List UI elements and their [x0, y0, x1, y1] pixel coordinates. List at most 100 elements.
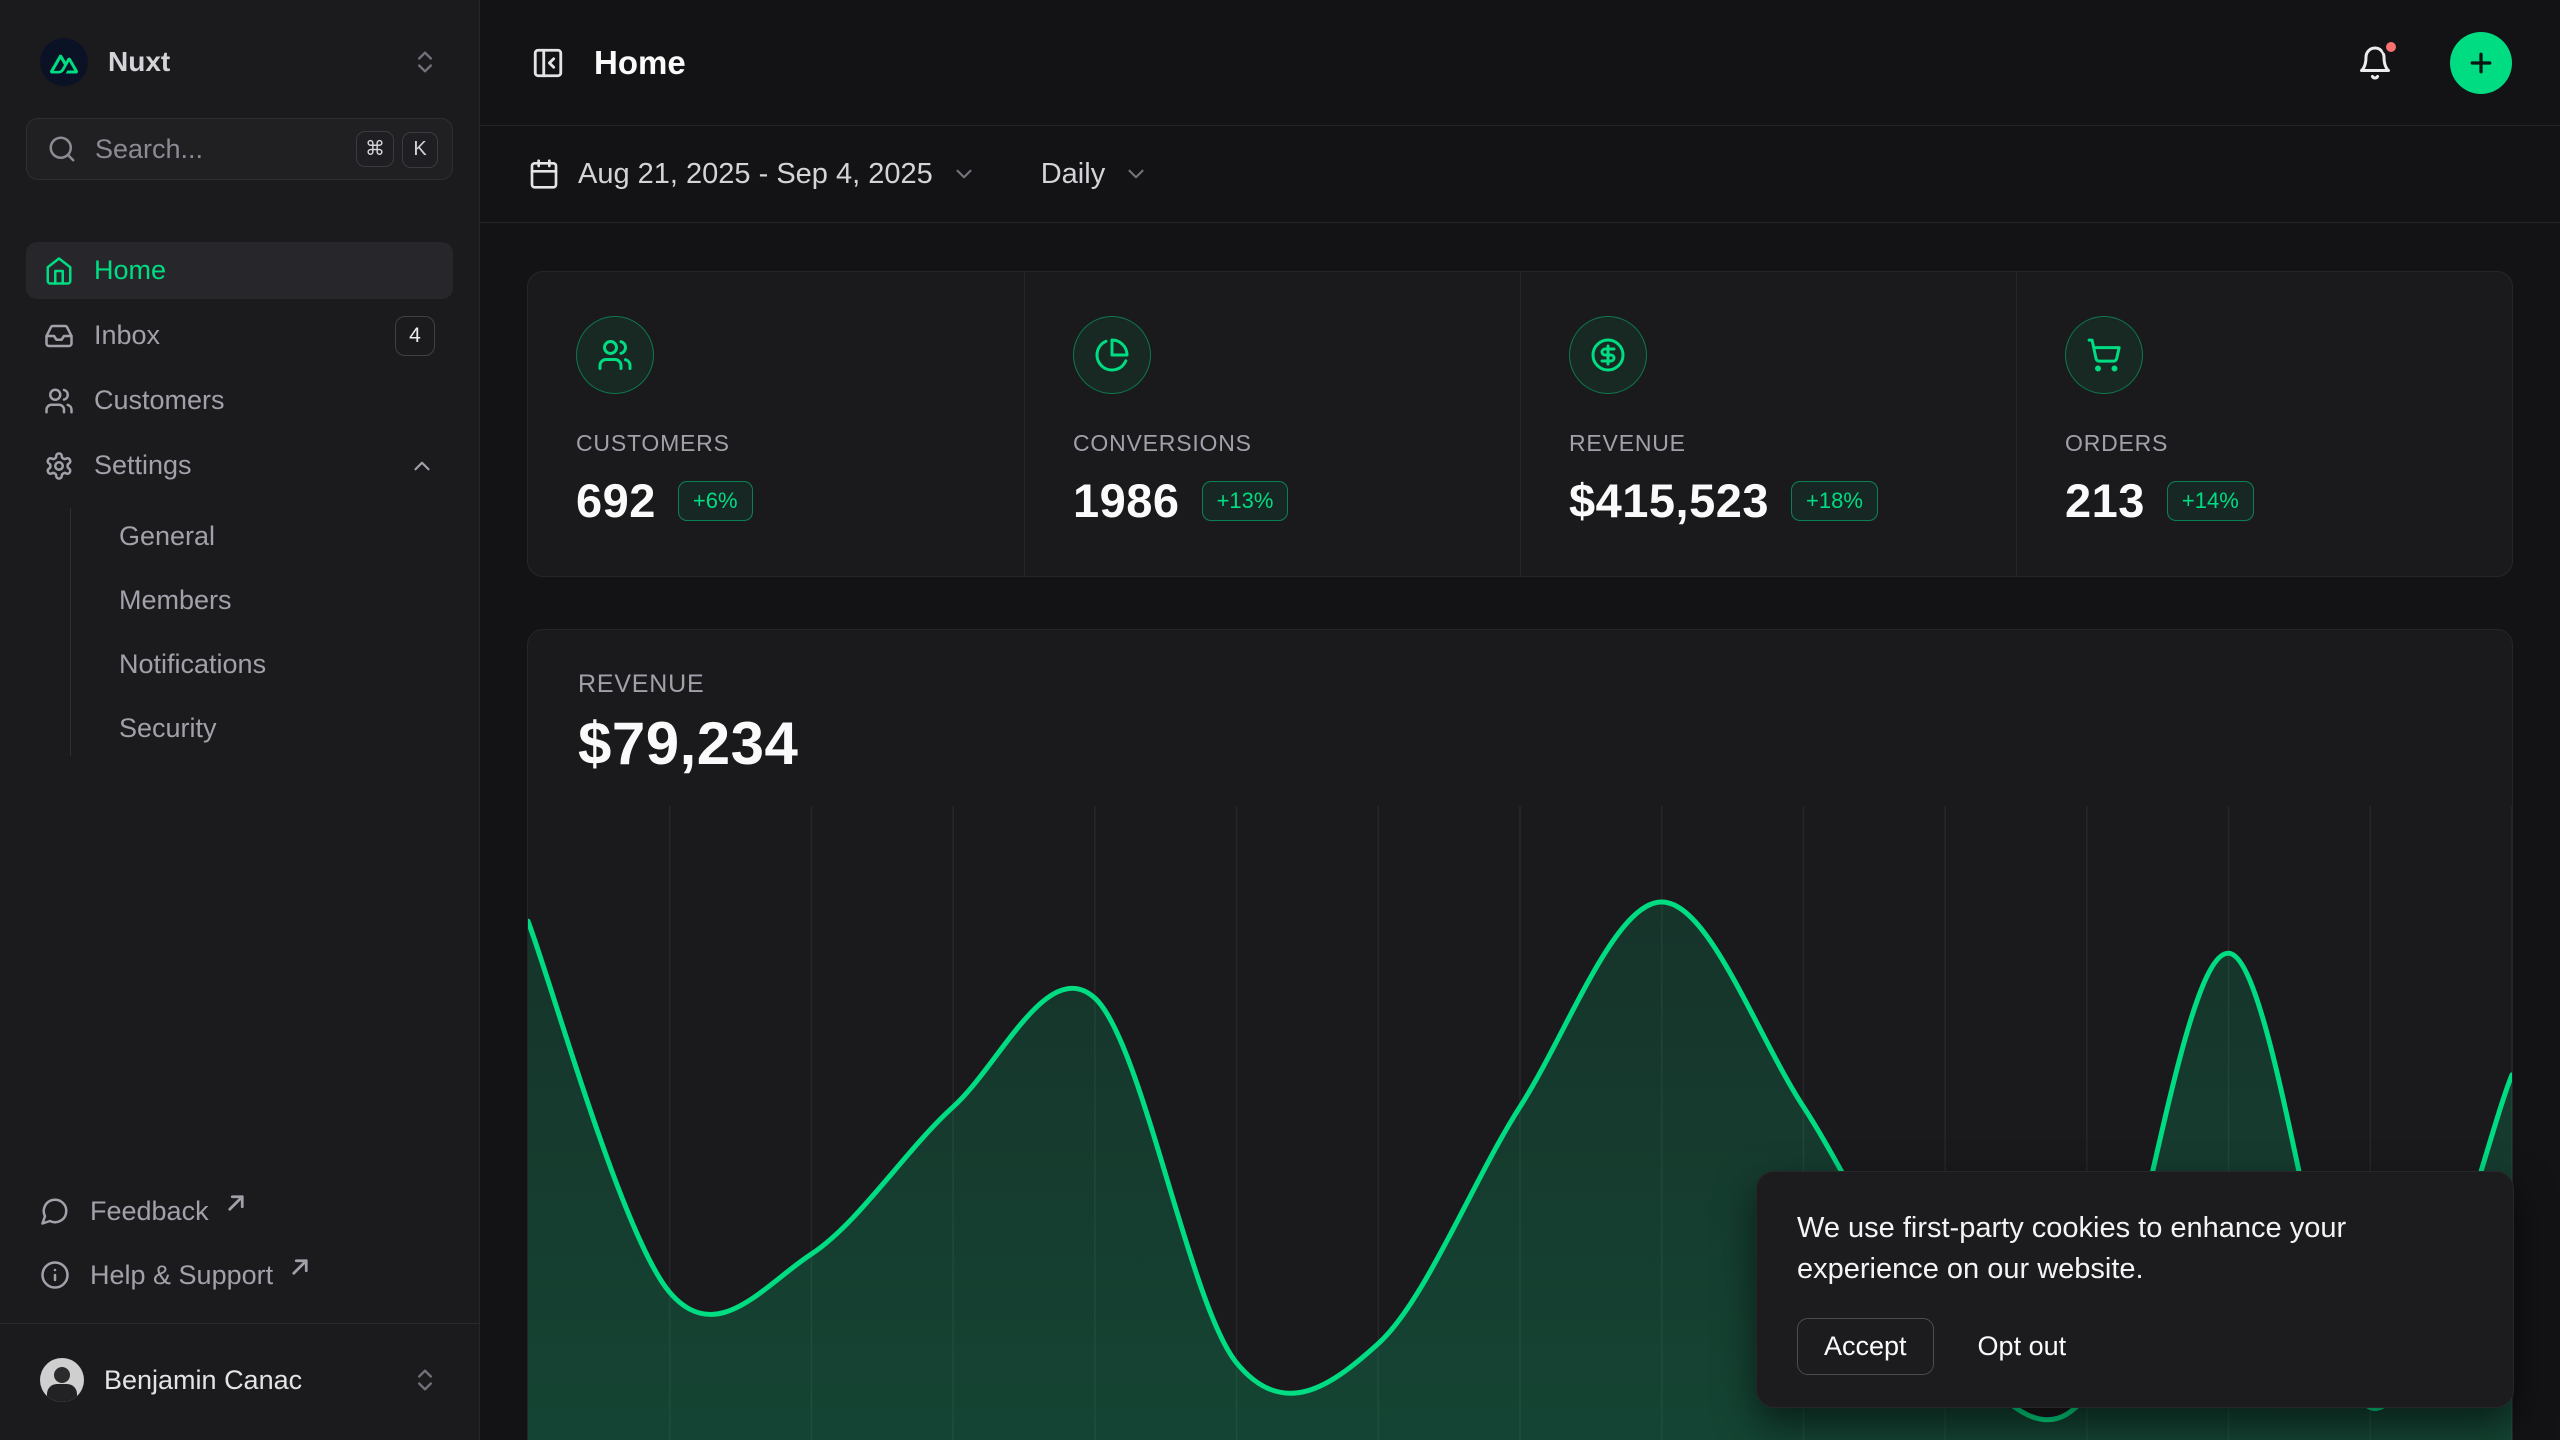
stat-card-conversions: CONVERSIONS 1986 +13%: [1024, 272, 1520, 576]
footer-link-label: Help & Support: [90, 1260, 273, 1291]
cookie-accept-button[interactable]: Accept: [1797, 1318, 1934, 1375]
main-area: Home Aug 21, 2025 - Sep 4, 2025 Daily CU…: [480, 0, 2560, 1440]
user-name: Benjamin Canac: [104, 1365, 391, 1396]
footer-link-label: Feedback: [90, 1196, 209, 1227]
sidebar-subitem-general[interactable]: General: [109, 508, 453, 564]
stat-label: ORDERS: [2065, 430, 2464, 457]
inbox-count-badge: 4: [395, 316, 435, 356]
stat-delta-badge: +13%: [1202, 481, 1289, 521]
collapse-sidebar-button[interactable]: [528, 43, 568, 83]
settings-icon: [44, 451, 74, 481]
stat-card-orders: ORDERS 213 +14%: [2016, 272, 2512, 576]
chevron-down-icon: [1123, 161, 1149, 187]
sidebar: Nuxt ⌘K Home Inbox 4 Customers Settings Gener…: [0, 0, 480, 1440]
footer-link-help-support[interactable]: Help & Support: [26, 1247, 453, 1303]
nuxt-logo-icon: [50, 50, 78, 74]
sidebar-subitem-notifications[interactable]: Notifications: [109, 636, 453, 692]
inbox-icon: [44, 321, 74, 351]
add-button[interactable]: [2450, 32, 2512, 94]
footer-link-feedback[interactable]: Feedback: [26, 1183, 453, 1239]
plus-icon: [2466, 48, 2496, 78]
sidebar-subitem-members[interactable]: Members: [109, 572, 453, 628]
sidebar-item-label: Home: [94, 255, 435, 286]
chevron-up-down-icon: [411, 48, 439, 76]
date-range-picker[interactable]: Aug 21, 2025 - Sep 4, 2025: [528, 158, 977, 191]
message-circle-icon: [40, 1196, 70, 1226]
stat-icon-circle: [1569, 316, 1647, 394]
stat-card-customers: CUSTOMERS 692 +6%: [528, 272, 1024, 576]
panel-left-close-icon: [531, 46, 565, 80]
stat-value: 692: [576, 473, 656, 528]
chevron-up-icon: [409, 453, 435, 479]
stat-value: 213: [2065, 473, 2145, 528]
sidebar-spacer: [26, 758, 453, 1183]
notification-dot: [2382, 38, 2400, 56]
info-circle-icon: [40, 1260, 70, 1290]
team-name: Nuxt: [108, 46, 391, 78]
cookie-actions: Accept Opt out: [1797, 1318, 2473, 1375]
arrow-up-right-icon: [221, 1188, 251, 1218]
search-input[interactable]: [95, 134, 338, 165]
stat-value: $415,523: [1569, 473, 1769, 528]
sidebar-item-inbox[interactable]: Inbox 4: [26, 307, 453, 364]
arrow-up-right-icon: [285, 1252, 315, 1282]
search-box[interactable]: ⌘K: [26, 118, 453, 180]
stat-delta-badge: +18%: [1791, 481, 1878, 521]
kbd-k: K: [402, 132, 438, 168]
date-range-value: Aug 21, 2025 - Sep 4, 2025: [578, 158, 933, 191]
calendar-icon: [528, 158, 560, 190]
sidebar-footer: Feedback Help & Support: [26, 1183, 453, 1303]
stat-label: REVENUE: [1569, 430, 1968, 457]
avatar: [40, 1358, 84, 1402]
notifications-button[interactable]: [2352, 40, 2398, 86]
pie-chart-icon: [1094, 337, 1130, 373]
stat-label: CUSTOMERS: [576, 430, 976, 457]
sidebar-subitem-label: General: [119, 521, 443, 552]
stat-delta-badge: +6%: [678, 481, 753, 521]
sidebar-item-customers[interactable]: Customers: [26, 372, 453, 429]
cookie-message: We use first-party cookies to enhance yo…: [1797, 1208, 2473, 1290]
sidebar-nav: Home Inbox 4 Customers Settings General Member…: [26, 242, 453, 758]
revenue-chart-label: REVENUE: [578, 670, 2462, 699]
sidebar-subitem-label: Security: [119, 713, 443, 744]
filter-toolbar: Aug 21, 2025 - Sep 4, 2025 Daily: [480, 126, 2560, 223]
granularity-value: Daily: [1041, 158, 1105, 191]
stat-value: 1986: [1073, 473, 1180, 528]
stat-icon-circle: [2065, 316, 2143, 394]
sidebar-subitem-label: Members: [119, 585, 443, 616]
sidebar-divider: [0, 1323, 479, 1324]
team-selector[interactable]: Nuxt: [26, 28, 453, 96]
cookie-banner: We use first-party cookies to enhance yo…: [1756, 1171, 2514, 1408]
nuxt-logo-icon: [40, 38, 88, 86]
chevron-up-down-icon: [411, 1366, 439, 1394]
page-header: Home: [480, 0, 2560, 126]
revenue-chart-value: $79,234: [578, 709, 2462, 778]
stat-icon-circle: [576, 316, 654, 394]
sidebar-subnav-settings: General Members Notifications Security: [70, 508, 453, 756]
sidebar-subitem-security[interactable]: Security: [109, 700, 453, 756]
home-icon: [44, 256, 74, 286]
stat-label: CONVERSIONS: [1073, 430, 1472, 457]
users-icon: [44, 386, 74, 416]
cookie-optout-button[interactable]: Opt out: [1978, 1331, 2067, 1362]
user-menu[interactable]: Benjamin Canac: [26, 1342, 453, 1418]
sidebar-item-home[interactable]: Home: [26, 242, 453, 299]
chevron-down-icon: [951, 161, 977, 187]
sidebar-subitem-label: Notifications: [119, 649, 443, 680]
sidebar-item-settings[interactable]: Settings: [26, 437, 453, 494]
sidebar-item-label: Customers: [94, 385, 435, 416]
stat-delta-badge: +14%: [2167, 481, 2254, 521]
users-icon: [597, 337, 633, 373]
granularity-select[interactable]: Daily: [1041, 158, 1149, 191]
circle-dollar-icon: [1590, 337, 1626, 373]
stat-card-revenue: REVENUE $415,523 +18%: [1520, 272, 2016, 576]
revenue-chart-header: REVENUE $79,234: [528, 630, 2512, 778]
kbd-command: ⌘: [356, 131, 394, 167]
page-title: Home: [594, 44, 2326, 82]
sidebar-item-label: Inbox: [94, 320, 375, 351]
shopping-cart-icon: [2086, 337, 2122, 373]
sidebar-item-label: Settings: [94, 450, 389, 481]
stats-grid: CUSTOMERS 692 +6% CONVERSIONS 1986 +13% REVENU…: [527, 271, 2513, 577]
search-icon: [47, 134, 77, 164]
stat-icon-circle: [1073, 316, 1151, 394]
